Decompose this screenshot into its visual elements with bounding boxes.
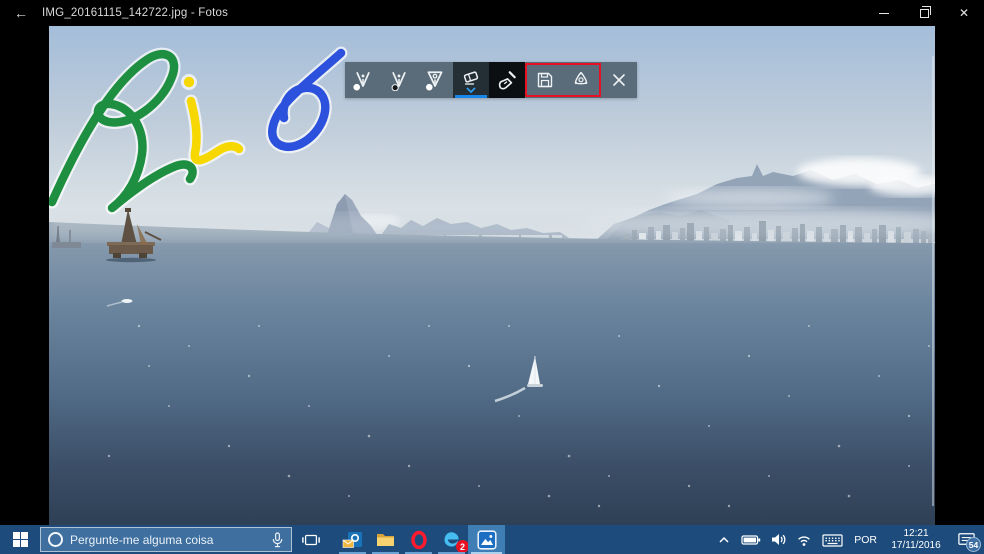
eraser-button[interactable] [453, 62, 489, 98]
clock-time: 12:21 [903, 527, 929, 539]
search-placeholder: Pergunte-me alguma coisa [70, 532, 214, 547]
system-tray: POR 12:21 17/11/2016 54 [711, 525, 984, 554]
wifi-icon [798, 535, 811, 546]
taskbar-app-file-explorer[interactable] [369, 525, 402, 554]
touch-writing-icon [498, 71, 516, 90]
cortana-icon [48, 532, 63, 547]
taskbar-app-edge[interactable]: 2 [435, 525, 469, 554]
task-view-icon [302, 534, 320, 545]
calligraphy-pen-icon [425, 71, 443, 91]
taskbar-app-opera[interactable] [402, 525, 435, 554]
taskbar-spacer [328, 525, 336, 554]
notifications-badge: 54 [966, 537, 981, 552]
language-indicator[interactable]: POR [847, 525, 884, 554]
ballpoint-pen-button[interactable] [345, 62, 381, 98]
language-label: POR [854, 533, 877, 546]
close-button[interactable]: ✕ [944, 0, 984, 26]
sea [49, 222, 935, 525]
volume-indicator[interactable] [765, 525, 791, 554]
ballpoint-pen-icon [353, 71, 370, 91]
taskbar-app-outlook[interactable] [336, 525, 369, 554]
restore-icon [919, 5, 931, 18]
ink-i-dot [183, 76, 195, 88]
task-view-button[interactable] [294, 525, 328, 554]
outlook-icon [342, 532, 362, 548]
photo-scene [49, 26, 935, 525]
photo-stage [0, 26, 984, 525]
highlight-box [525, 63, 601, 97]
app-window: ← IMG_20161115_142722.jpg - Fotos ✕ Perg… [0, 0, 984, 554]
battery-icon [741, 534, 761, 545]
window-controls: ✕ [864, 0, 984, 26]
minimize-icon [879, 12, 889, 14]
close-x-icon [613, 74, 625, 86]
title-bar: ← IMG_20161115_142722.jpg - Fotos ✕ [0, 0, 984, 26]
minimize-button[interactable] [864, 0, 904, 26]
chevron-up-icon [719, 536, 729, 543]
taskbar: Pergunte-me alguma coisa 2 POR 12:21 17/… [0, 525, 984, 554]
touch-keyboard-icon [822, 533, 843, 547]
photo-canvas[interactable] [49, 26, 935, 525]
window-title: IMG_20161115_142722.jpg - Fotos [42, 7, 229, 19]
share-button[interactable] [563, 65, 599, 95]
close-icon: ✕ [958, 6, 970, 20]
search-input[interactable]: Pergunte-me alguma coisa [40, 527, 292, 552]
save-icon [537, 72, 553, 88]
pencil-icon [391, 71, 406, 91]
battery-indicator[interactable] [737, 525, 765, 554]
action-center-button[interactable]: 54 [948, 525, 984, 554]
back-button[interactable]: ← [0, 0, 42, 26]
hidden-icons-button[interactable] [711, 525, 737, 554]
save-button[interactable] [527, 65, 563, 95]
windows-logo-icon [12, 532, 28, 547]
clock[interactable]: 12:21 17/11/2016 [884, 525, 948, 554]
chevron-down-icon [466, 86, 476, 93]
restore-button[interactable] [904, 0, 944, 26]
photos-icon [476, 529, 497, 550]
taskbar-app-photos[interactable] [468, 525, 505, 554]
pencil-button[interactable] [381, 62, 417, 98]
microphone-icon[interactable] [271, 531, 284, 548]
touch-writing-button[interactable] [489, 62, 525, 98]
start-button[interactable] [0, 525, 40, 554]
clock-date: 17/11/2016 [891, 539, 941, 551]
ink-toolbar [345, 62, 637, 98]
speaker-icon [771, 534, 786, 545]
back-arrow-icon: ← [14, 5, 28, 21]
opera-icon [410, 530, 427, 549]
eraser-icon [463, 70, 479, 85]
file-explorer-icon [377, 534, 394, 546]
exit-draw-button[interactable] [601, 62, 637, 98]
touch-keyboard-button[interactable] [817, 525, 847, 554]
share-icon [574, 72, 588, 85]
network-indicator[interactable] [791, 525, 817, 554]
calligraphy-pen-button[interactable] [417, 62, 453, 98]
